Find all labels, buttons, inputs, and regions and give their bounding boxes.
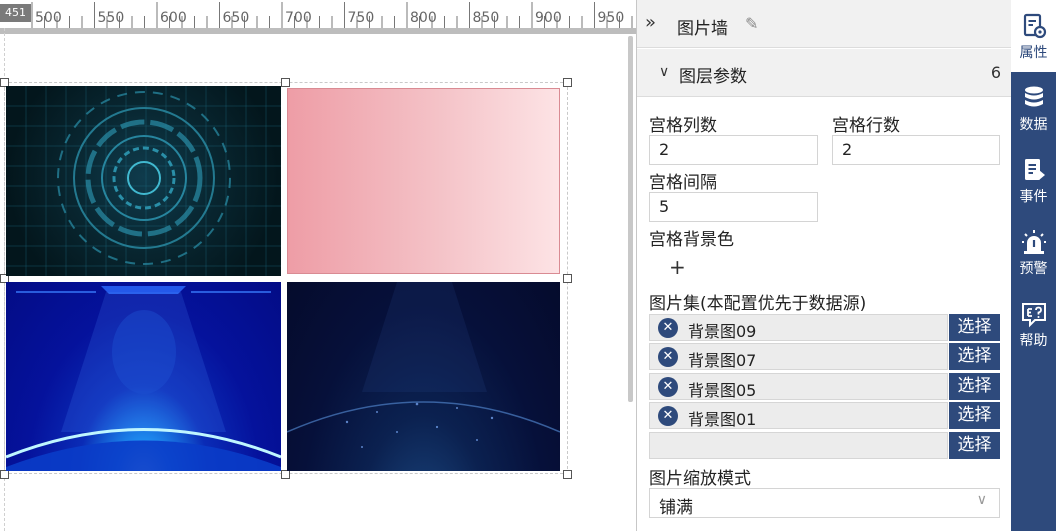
sidebar-item-properties[interactable]: 属性 — [1011, 0, 1056, 72]
ruler-tick-label: 700 — [285, 10, 312, 26]
image-cell-tech-hud — [6, 86, 281, 276]
section-count: 6 — [990, 63, 1001, 82]
select-image-button[interactable]: 选择 — [949, 314, 1000, 341]
image-name: 背景图07 — [688, 351, 757, 370]
horizontal-ruler: 500 550 600 650 700 750 800 850 900 950 — [0, 0, 636, 28]
remove-image-button[interactable]: ✕ — [658, 406, 678, 426]
select-image-button[interactable]: 选择 — [949, 343, 1000, 370]
edit-title-icon[interactable]: ✎ — [745, 14, 758, 33]
image-name-box: ✕ 背景图09 — [649, 314, 948, 341]
remove-image-button[interactable]: ✕ — [658, 318, 678, 338]
ruler-tick-label: 650 — [222, 10, 250, 26]
alarm-icon — [1021, 230, 1046, 254]
ruler-tick-label: 550 — [97, 10, 125, 26]
image-name-box: ✕ 背景图07 — [649, 343, 948, 370]
image-name: 背景图05 — [688, 381, 757, 400]
sidebar-label: 属性 — [1019, 45, 1048, 61]
image-cell-blue-globe — [6, 282, 281, 471]
image-set-label: 图片集(本配置优先于数据源) — [649, 294, 867, 314]
database-icon — [1024, 86, 1043, 107]
ruler-tick-label: 500 — [35, 10, 62, 26]
resize-handle-top[interactable] — [281, 78, 290, 87]
ruler-tick-label: 850 — [472, 10, 500, 26]
grid-columns-input[interactable]: 2 — [649, 135, 818, 165]
ruler-tick-label: 950 — [597, 10, 625, 26]
image-set-row-empty: 选择 — [649, 432, 1000, 459]
properties-icon — [1023, 13, 1046, 39]
help-icon — [1021, 303, 1046, 328]
sidebar-item-help[interactable]: 帮助 — [1011, 288, 1056, 360]
grid-gap-label: 宫格间隔 — [649, 173, 717, 193]
remove-image-button[interactable]: ✕ — [658, 377, 678, 397]
scale-mode-value: 铺满 — [659, 498, 693, 518]
sidebar-item-data[interactable]: 数据 — [1011, 72, 1056, 144]
grid-rows-label: 宫格行数 — [832, 116, 900, 136]
ruler-scroll-track — [0, 28, 636, 34]
tech-hud-image — [6, 86, 281, 276]
image-name-box[interactable] — [649, 432, 948, 459]
resize-handle-bottom-right[interactable] — [563, 470, 572, 479]
canvas-scrollbar[interactable] — [628, 36, 633, 402]
image-name: 背景图01 — [688, 410, 757, 429]
dark-earth-image — [287, 282, 560, 448]
select-image-button[interactable]: 选择 — [949, 402, 1000, 429]
image-cell-dark-earth — [287, 282, 560, 471]
properties-panel: » 图片墙 ✎ ∨ 图层参数 6 宫格列数 2 宫格行数 2 宫格间隔 5 宫格… — [636, 0, 1011, 531]
image-name: 背景图09 — [688, 322, 757, 341]
image-set-row: ✕ 背景图09 选择 — [649, 314, 1000, 341]
grid-rows-input[interactable]: 2 — [832, 135, 1000, 165]
event-icon — [1024, 159, 1045, 180]
ruler-tick-label: 600 — [160, 10, 187, 26]
sidebar-item-event[interactable]: 事件 — [1011, 144, 1056, 216]
resize-handle-right[interactable] — [563, 274, 572, 283]
image-set-row: ✕ 背景图01 选择 — [649, 402, 1000, 429]
ruler-position-readout: 451 — [0, 4, 31, 22]
image-cell-pink-gradient — [287, 88, 560, 274]
sidebar-item-alarm[interactable]: 预警 — [1011, 216, 1056, 288]
component-title: 图片墙 — [677, 19, 728, 39]
panel-header: » 图片墙 ✎ — [637, 0, 1011, 48]
section-header-layer-params[interactable]: ∨ 图层参数 6 — [637, 49, 1011, 97]
app-root: 500 550 600 650 700 750 800 850 900 950 451 — [0, 0, 1056, 531]
ruler-tick-label: 900 — [535, 10, 562, 26]
sidebar-label: 数据 — [1019, 117, 1048, 133]
grid-bg-color-label: 宫格背景色 — [649, 230, 734, 250]
right-sidebar: 属性 数据 事件 预警 帮助 — [1011, 0, 1056, 531]
add-bg-color-button[interactable]: + — [669, 255, 686, 279]
grid-columns-label: 宫格列数 — [649, 116, 717, 136]
resize-handle-bottom-left[interactable] — [0, 470, 9, 479]
scale-mode-select[interactable]: 铺满 ∨ — [649, 488, 1000, 518]
image-name-box: ✕ 背景图05 — [649, 373, 948, 400]
ruler-tick-label: 750 — [347, 10, 375, 26]
remove-image-button[interactable]: ✕ — [658, 347, 678, 367]
collapse-panel-icon[interactable]: » — [645, 12, 656, 33]
sidebar-label: 事件 — [1019, 189, 1048, 205]
image-set-row: ✕ 背景图07 选择 — [649, 343, 1000, 370]
scale-mode-label: 图片缩放模式 — [649, 469, 751, 489]
sidebar-label: 帮助 — [1019, 333, 1048, 349]
grid-gap-input[interactable]: 5 — [649, 192, 818, 222]
ruler-tick-label: 800 — [410, 10, 437, 26]
chevron-down-icon: ∨ — [659, 64, 670, 80]
select-image-button[interactable]: 选择 — [949, 373, 1000, 400]
blue-globe-image — [6, 286, 281, 471]
chevron-down-icon: ∨ — [976, 492, 987, 508]
select-image-button[interactable]: 选择 — [949, 432, 1000, 459]
design-canvas[interactable]: 500 550 600 650 700 750 800 850 900 950 451 — [0, 0, 636, 531]
section-title: 图层参数 — [679, 67, 747, 87]
image-name-box: ✕ 背景图01 — [649, 402, 948, 429]
sidebar-label: 预警 — [1019, 261, 1048, 277]
resize-handle-bottom[interactable] — [281, 470, 290, 479]
resize-handle-top-right[interactable] — [563, 78, 572, 87]
image-set-row: ✕ 背景图05 选择 — [649, 373, 1000, 400]
